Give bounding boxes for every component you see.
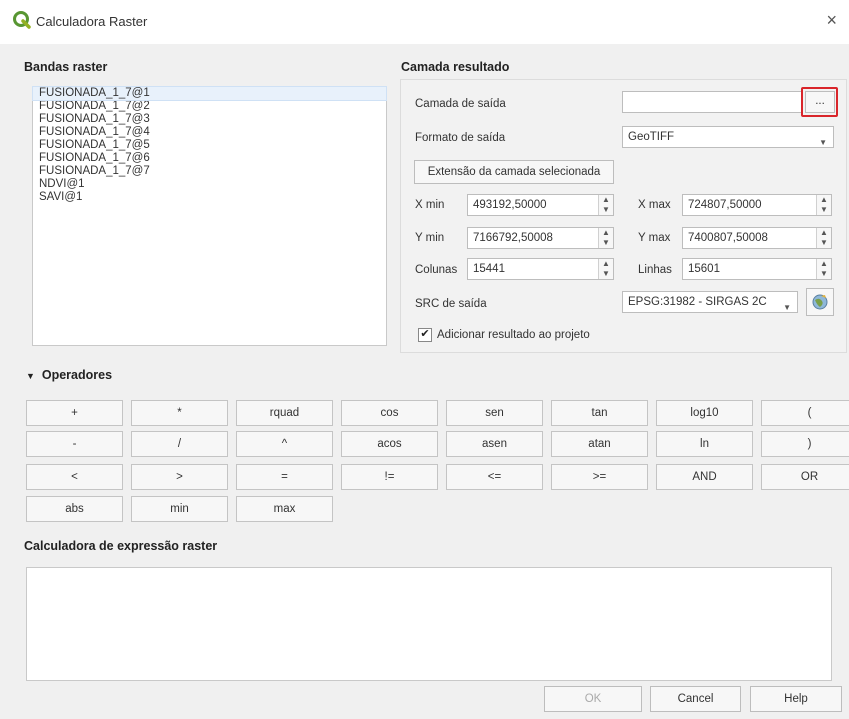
operator-button[interactable]: ^	[236, 431, 333, 457]
output-layer-label: Camada de saída	[415, 98, 506, 110]
spin-arrows-icon[interactable]: ▲ ▼	[816, 228, 831, 248]
chevron-down-icon: ▼	[819, 138, 827, 147]
globe-icon	[812, 294, 828, 310]
operator-button[interactable]: max	[236, 496, 333, 522]
output-format-select[interactable]: GeoTIFF ▼	[622, 126, 834, 148]
raster-calculator-dialog: Calculadora Raster × Bandas raster FUSIO…	[0, 0, 849, 719]
operator-button[interactable]: >=	[551, 464, 648, 490]
operator-button[interactable]: =	[236, 464, 333, 490]
rows-spinbox[interactable]: 15601 ▲ ▼	[682, 258, 832, 280]
operator-button[interactable]: (	[761, 400, 849, 426]
spin-arrows-icon[interactable]: ▲ ▼	[598, 195, 613, 215]
operator-button[interactable]: >	[131, 464, 228, 490]
xmax-value: 724807,50000	[688, 199, 762, 211]
close-icon[interactable]: ×	[826, 10, 837, 31]
band-list-item[interactable]: SAVI@1	[33, 191, 386, 204]
ymin-value: 7166792,50008	[473, 232, 553, 244]
ymin-label: Y min	[415, 232, 445, 244]
operator-button[interactable]: abs	[26, 496, 123, 522]
rows-value: 15601	[688, 263, 720, 275]
band-list-item[interactable]: FUSIONADA_1_7@6	[33, 152, 386, 165]
operator-button[interactable]: <	[26, 464, 123, 490]
operator-button[interactable]: cos	[341, 400, 438, 426]
title-bar: Calculadora Raster ×	[0, 0, 849, 44]
operator-button[interactable]: asen	[446, 431, 543, 457]
operator-button[interactable]: ln	[656, 431, 753, 457]
operator-button[interactable]: )	[761, 431, 849, 457]
operator-button[interactable]: <=	[446, 464, 543, 490]
xmax-spinbox[interactable]: 724807,50000 ▲ ▼	[682, 194, 832, 216]
output-crs-value: EPSG:31982 - SIRGAS 2C	[628, 296, 767, 308]
chevron-down-icon: ▼	[783, 303, 791, 312]
output-format-label: Formato de saída	[415, 132, 506, 144]
operator-button[interactable]: AND	[656, 464, 753, 490]
operator-button[interactable]: min	[131, 496, 228, 522]
operators-section-title: Operadores	[41, 368, 113, 382]
ymax-label: Y max	[638, 232, 671, 244]
output-layer-input[interactable]	[622, 91, 803, 113]
qgis-logo-icon	[13, 11, 31, 29]
output-format-value: GeoTIFF	[628, 131, 675, 143]
xmin-value: 493192,50000	[473, 199, 547, 211]
raster-bands-list[interactable]: FUSIONADA_1_7@1 FUSIONADA_1_7@2 FUSIONADA_…	[32, 86, 387, 346]
operator-button[interactable]: +	[26, 400, 123, 426]
output-crs-label: SRC de saída	[415, 298, 487, 310]
ymax-value: 7400807,50008	[688, 232, 768, 244]
spin-arrows-icon[interactable]: ▲ ▼	[816, 259, 831, 279]
operator-button[interactable]: OR	[761, 464, 849, 490]
selected-layer-extent-button[interactable]: Extensão da camada selecionada	[414, 160, 614, 184]
columns-spinbox[interactable]: 15441 ▲ ▼	[467, 258, 614, 280]
operators-section-header[interactable]: ▼ Operadores	[26, 368, 112, 382]
band-list-item[interactable]: FUSIONADA_1_7@1	[32, 86, 387, 101]
output-crs-select[interactable]: EPSG:31982 - SIRGAS 2C ▼	[622, 291, 798, 313]
browse-button-highlight	[801, 87, 838, 117]
add-to-project-checkbox[interactable]: ✔	[418, 328, 432, 342]
bands-section-title: Bandas raster	[24, 60, 108, 74]
cancel-button[interactable]: Cancel	[650, 686, 741, 712]
columns-value: 15441	[473, 263, 505, 275]
crs-selector-button[interactable]	[806, 288, 834, 316]
xmin-label: X min	[415, 199, 445, 211]
spin-arrows-icon[interactable]: ▲ ▼	[598, 259, 613, 279]
operator-button[interactable]: atan	[551, 431, 648, 457]
result-section-title: Camada resultado	[401, 60, 510, 74]
operator-button[interactable]: acos	[341, 431, 438, 457]
operator-button[interactable]: !=	[341, 464, 438, 490]
band-list-item[interactable]: FUSIONADA_1_7@5	[33, 139, 386, 152]
operator-button[interactable]: -	[26, 431, 123, 457]
expression-section-title: Calculadora de expressão raster	[24, 539, 218, 553]
window-title: Calculadora Raster	[36, 14, 148, 29]
collapse-arrow-icon: ▼	[26, 371, 35, 381]
operator-button[interactable]: /	[131, 431, 228, 457]
band-list-item[interactable]: NDVI@1	[33, 178, 386, 191]
xmin-spinbox[interactable]: 493192,50000 ▲ ▼	[467, 194, 614, 216]
operator-button[interactable]: sen	[446, 400, 543, 426]
operator-button[interactable]: tan	[551, 400, 648, 426]
add-to-project-label: Adicionar resultado ao projeto	[437, 329, 590, 341]
ok-button[interactable]: OK	[544, 686, 642, 712]
rows-label: Linhas	[638, 264, 672, 276]
help-button[interactable]: Help	[750, 686, 842, 712]
band-list-item[interactable]: FUSIONADA_1_7@2	[33, 100, 386, 113]
spin-arrows-icon[interactable]: ▲ ▼	[816, 195, 831, 215]
ymax-spinbox[interactable]: 7400807,50008 ▲ ▼	[682, 227, 832, 249]
xmax-label: X max	[638, 199, 671, 211]
expression-editor[interactable]	[26, 567, 832, 681]
spin-arrows-icon[interactable]: ▲ ▼	[598, 228, 613, 248]
ymin-spinbox[interactable]: 7166792,50008 ▲ ▼	[467, 227, 614, 249]
operator-button[interactable]: *	[131, 400, 228, 426]
columns-label: Colunas	[415, 264, 458, 276]
band-list-item[interactable]: FUSIONADA_1_7@4	[33, 126, 386, 139]
band-list-item[interactable]: FUSIONADA_1_7@7	[33, 165, 386, 178]
band-list-item[interactable]: FUSIONADA_1_7@3	[33, 113, 386, 126]
operator-button[interactable]: log10	[656, 400, 753, 426]
operator-button[interactable]: rquad	[236, 400, 333, 426]
